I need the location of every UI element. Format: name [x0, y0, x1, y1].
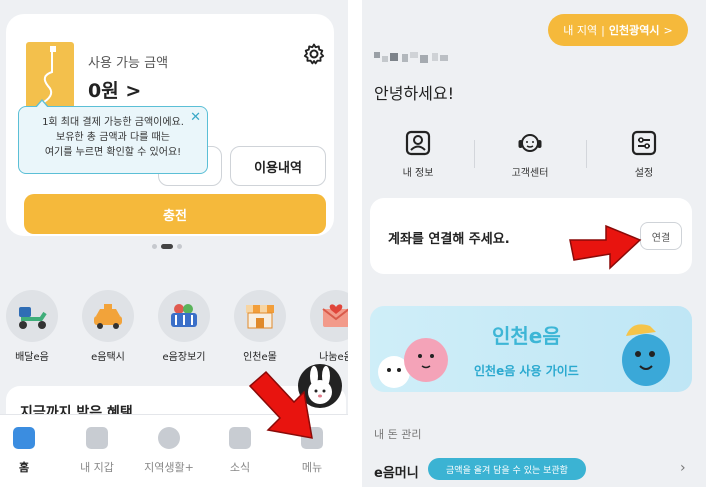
heart-letter-icon — [310, 290, 348, 342]
region-value: 인천광역시 — [608, 24, 660, 37]
available-amount-value[interactable]: 0원 > — [88, 76, 141, 103]
profile-icon — [405, 130, 431, 156]
quick-label: 내 정보 — [402, 168, 434, 179]
home-icon — [13, 427, 35, 449]
greeting-text: 안녕하세요! — [374, 84, 455, 103]
service-label: e음장보기 — [162, 352, 206, 363]
panel-divider — [348, 0, 362, 487]
separator — [474, 140, 475, 168]
nav-label: 메뉴 — [301, 461, 323, 474]
quick-label: 설정 — [634, 168, 654, 179]
red-arrow-annotation — [248, 370, 313, 439]
scooter-icon — [6, 290, 58, 342]
quick-label: 고객센터 — [511, 168, 549, 179]
service-mall[interactable]: 인천e몰 — [232, 290, 288, 363]
dino-mascot-illustration — [622, 324, 670, 386]
separator — [586, 140, 587, 168]
service-label: 배달e음 — [15, 352, 49, 363]
tooltip-line: 1회 최대 결제 가능한 금액이에요. — [42, 117, 184, 128]
chevron-right-icon[interactable]: › — [680, 460, 686, 476]
connect-button[interactable]: 연결 — [640, 222, 682, 250]
region-label: 내 지역 — [563, 24, 598, 37]
service-taxi[interactable]: e음택시 — [80, 290, 136, 363]
quick-support[interactable]: 고객센터 — [490, 130, 570, 179]
money-section-label: 내 돈 관리 — [374, 428, 422, 441]
available-amount-label: 사용 가능 금액 — [88, 56, 169, 71]
taxi-icon — [82, 290, 134, 342]
wallet-icon — [86, 427, 108, 449]
menu-screen: 내 지역 | 인천광역시 > 안녕하세요! 내 정보 고객센터 설정 계좌를 연… — [362, 0, 706, 487]
mascots-illustration — [378, 338, 448, 388]
store-icon — [234, 290, 286, 342]
carousel-dot-active — [161, 244, 173, 249]
carousel-dots — [152, 244, 182, 249]
home-screen: 사용 가능 금액 0원 > 이용내역 충전 ✕ 1회 최대 결제 가능한 금액이… — [0, 0, 348, 487]
charge-button[interactable]: 충전 — [24, 194, 326, 234]
nav-wallet[interactable]: 내 지갑 — [62, 427, 132, 475]
service-label: 인천e몰 — [243, 352, 277, 363]
basket-icon — [158, 290, 210, 342]
usage-guide-banner[interactable]: 인천e음 인천e음 사용 가이드 — [370, 306, 692, 392]
quick-settings[interactable]: 설정 — [604, 130, 684, 179]
nav-label: 지역생활+ — [144, 461, 194, 474]
region-button[interactable]: 내 지역 | 인천광역시 > — [548, 14, 688, 46]
sliders-icon — [631, 130, 657, 156]
nav-label: 내 지갑 — [80, 461, 114, 474]
blurred-username — [374, 52, 448, 63]
local-life-icon — [158, 427, 180, 449]
red-arrow-annotation — [569, 224, 642, 270]
region-separator: | — [601, 23, 605, 37]
service-label: 나눔e음 — [319, 352, 348, 363]
close-icon[interactable]: ✕ — [190, 110, 201, 125]
service-delivery[interactable]: 배달e음 — [4, 290, 60, 363]
emoney-label[interactable]: e음머니 — [374, 462, 419, 481]
banner-subtitle: 인천e음 사용 가이드 — [474, 364, 579, 378]
history-button[interactable]: 이용내역 — [230, 146, 326, 186]
tooltip: ✕ 1회 최대 결제 가능한 금액이에요. 보유한 총 금액과 다를 때는 여기… — [18, 99, 208, 174]
service-grocery[interactable]: e음장보기 — [156, 290, 212, 363]
nav-home[interactable]: 홈 — [0, 427, 59, 475]
nav-label: 홈 — [18, 461, 30, 474]
quick-my-info[interactable]: 내 정보 — [378, 130, 458, 179]
banner-title: 인천e음 — [492, 324, 561, 348]
connect-prompt: 계좌를 연결해 주세요. — [388, 232, 510, 247]
carousel-dot — [177, 244, 182, 249]
service-label: e음택시 — [91, 352, 125, 363]
tooltip-arrow-inner — [36, 101, 48, 108]
tooltip-line: 여기를 누르면 확인할 수 있어요! — [44, 147, 182, 158]
headset-icon — [517, 130, 543, 156]
service-share[interactable]: 나눔e음 — [308, 290, 348, 363]
chevron-right-icon: > — [663, 23, 673, 37]
nav-label: 소식 — [229, 461, 251, 474]
tooltip-line: 보유한 총 금액과 다를 때는 — [56, 132, 170, 143]
nav-local-life[interactable]: 지역생활+ — [134, 427, 204, 475]
emoney-tag: 금액을 올겨 담을 수 있는 보관함 — [428, 458, 586, 480]
carousel-dot — [152, 244, 157, 249]
gear-icon[interactable] — [302, 42, 326, 66]
